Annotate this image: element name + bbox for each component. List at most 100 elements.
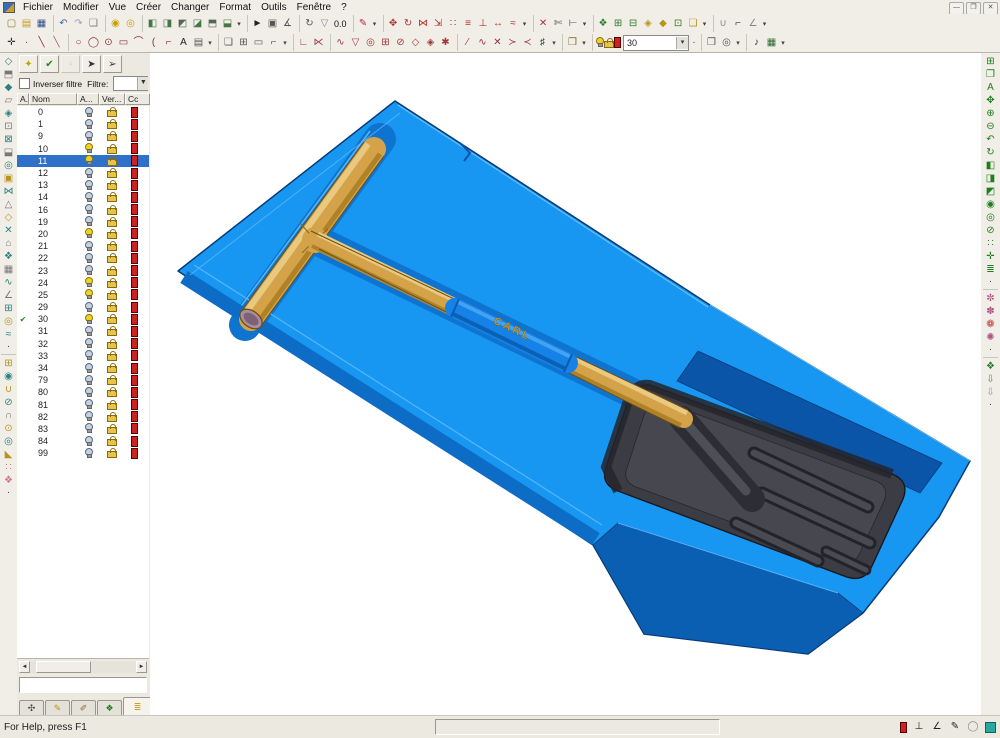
- pan-view-icon[interactable]: ✥: [983, 94, 998, 107]
- break-icon[interactable]: ✕: [490, 36, 505, 50]
- render-settings-icon[interactable]: ❖: [983, 360, 998, 373]
- zoom-all-icon[interactable]: ❐: [983, 68, 998, 81]
- layer-row-80[interactable]: 80: [17, 386, 149, 398]
- lightbulb-icon[interactable]: [84, 436, 93, 447]
- draw-dropdown[interactable]: ▾: [206, 39, 214, 47]
- stamp-icon[interactable]: ❒: [565, 36, 580, 50]
- select-filter-icon[interactable]: ◎: [719, 36, 734, 50]
- lightbulb-icon[interactable]: [84, 155, 93, 166]
- lightbulb-icon[interactable]: [84, 363, 93, 374]
- compare-lt-icon[interactable]: ≺: [520, 36, 535, 50]
- import-icon[interactable]: ❖: [596, 17, 611, 31]
- lightbulb-icon[interactable]: [84, 119, 93, 130]
- layer-row-16[interactable]: 16: [17, 204, 149, 216]
- spline-icon[interactable]: ∿: [333, 36, 348, 50]
- lightbulb-icon[interactable]: [84, 204, 93, 215]
- lock-icon[interactable]: [107, 253, 117, 263]
- hidden-line-mode-icon[interactable]: ⊘: [983, 224, 998, 237]
- line-icon[interactable]: ╲: [34, 36, 49, 50]
- select-box-icon[interactable]: ▣: [265, 17, 280, 31]
- catalog-icon[interactable]: ◈: [641, 17, 656, 31]
- lock-icon[interactable]: [107, 156, 117, 166]
- layer-color-swatch[interactable]: [131, 265, 138, 276]
- view-front-icon[interactable]: ◧: [983, 159, 998, 172]
- view-back-icon[interactable]: ⬒: [205, 17, 220, 31]
- chamfer-feature-icon[interactable]: ◣: [1, 448, 16, 461]
- sketch-mode-icon[interactable]: ❏: [221, 36, 236, 50]
- lightbulb-icon[interactable]: [84, 375, 93, 386]
- move-to-layer-button[interactable]: ➢: [103, 55, 122, 73]
- snap-dropdown[interactable]: ▾: [761, 20, 769, 28]
- layer-row-32[interactable]: 32: [17, 338, 149, 350]
- trim-icon[interactable]: ✄: [551, 17, 566, 31]
- layer-row-11[interactable]: 11: [17, 155, 149, 167]
- overflow-dot[interactable]: ·: [988, 276, 994, 287]
- mirror-icon[interactable]: ⋈: [416, 17, 431, 31]
- chevron-down-icon[interactable]: ▾: [676, 37, 688, 49]
- lock-icon[interactable]: [107, 412, 117, 422]
- layer-row-31[interactable]: 31: [17, 325, 149, 337]
- transform-dropdown[interactable]: ▾: [521, 20, 529, 28]
- undo-icon[interactable]: ↶: [56, 17, 71, 31]
- viewport-canvas[interactable]: CARL: [150, 53, 981, 716]
- lightbulb-icon[interactable]: [84, 411, 93, 422]
- menu-vue[interactable]: Vue: [104, 1, 131, 14]
- invert-filter-checkbox[interactable]: [19, 78, 30, 89]
- boolean-union-icon[interactable]: ∪: [1, 383, 16, 396]
- extend-icon[interactable]: ⊢: [566, 17, 581, 31]
- draft-analysis-icon[interactable]: ✽: [983, 305, 998, 318]
- lock-icon[interactable]: [107, 180, 117, 190]
- tab-attributes[interactable]: ❖: [97, 700, 122, 716]
- revolve-surface-icon[interactable]: ◆: [1, 81, 16, 94]
- layer-row-29[interactable]: 29: [17, 301, 149, 313]
- chain-curve-icon[interactable]: ⋉: [311, 36, 326, 50]
- point-icon[interactable]: ∙: [19, 36, 34, 50]
- snap-perpendicular-icon[interactable]: ⊥: [913, 720, 925, 734]
- lightbulb-icon[interactable]: [84, 131, 93, 142]
- current-layer-combo[interactable]: 30▾: [623, 35, 689, 51]
- zoom-in-icon[interactable]: ⊕: [983, 107, 998, 120]
- layer-row-23[interactable]: 23: [17, 264, 149, 276]
- section-analysis-icon[interactable]: ❁: [983, 318, 998, 331]
- layer-color-swatch[interactable]: [131, 423, 138, 434]
- redo-icon[interactable]: ↷: [71, 17, 86, 31]
- menu-changer[interactable]: Changer: [166, 1, 214, 14]
- database-dropdown[interactable]: ▾: [701, 20, 709, 28]
- rotate-copy-icon[interactable]: ↻: [401, 17, 416, 31]
- erase-dropdown[interactable]: ▾: [581, 20, 589, 28]
- select-arrow-icon[interactable]: ►: [250, 17, 265, 31]
- tab-layers[interactable]: ≣: [123, 697, 152, 716]
- offset-copy-icon[interactable]: ≈: [506, 17, 521, 31]
- lightbulb-icon[interactable]: [595, 37, 604, 48]
- reference-icon[interactable]: ❏: [686, 17, 701, 31]
- layer-color-swatch[interactable]: [131, 375, 138, 386]
- layer-color-swatch[interactable]: [131, 338, 138, 349]
- lock-icon[interactable]: [107, 205, 117, 215]
- window-dropdown[interactable]: ▾: [734, 39, 742, 47]
- layer-color-swatch[interactable]: [131, 107, 138, 118]
- arc-3pt-icon[interactable]: (: [146, 36, 161, 50]
- layer-row-30[interactable]: ✔30: [17, 313, 149, 325]
- lock-icon[interactable]: [107, 144, 117, 154]
- lightbulb-icon[interactable]: [84, 107, 93, 118]
- layer-row-13[interactable]: 13: [17, 179, 149, 191]
- shell-surface-icon[interactable]: ◎: [1, 315, 16, 328]
- lightbulb-icon[interactable]: [84, 350, 93, 361]
- overflow-dot[interactable]: ·: [691, 37, 697, 48]
- stamp-dropdown[interactable]: ▾: [580, 39, 588, 47]
- ellipse-icon[interactable]: ◎: [363, 36, 378, 50]
- lightbulb-icon[interactable]: [84, 228, 93, 239]
- previous-view-icon[interactable]: ↶: [983, 133, 998, 146]
- layer-row-25[interactable]: 25: [17, 289, 149, 301]
- menu-fentre[interactable]: Fenêtre: [292, 1, 336, 14]
- layer-row-20[interactable]: 20: [17, 228, 149, 240]
- offset-surface-icon[interactable]: ⊡: [1, 120, 16, 133]
- extrude-surface-icon[interactable]: ⬒: [1, 68, 16, 81]
- layer-row-84[interactable]: 84: [17, 435, 149, 447]
- lock-icon[interactable]: [604, 38, 614, 48]
- table-icon[interactable]: ▦: [764, 36, 779, 50]
- fillet-icon[interactable]: ⌐: [161, 36, 176, 50]
- parallel-line-icon[interactable]: ╲: [49, 36, 64, 50]
- layer-color-swatch[interactable]: [131, 216, 138, 227]
- filter-clear-button[interactable]: ▫: [61, 55, 80, 73]
